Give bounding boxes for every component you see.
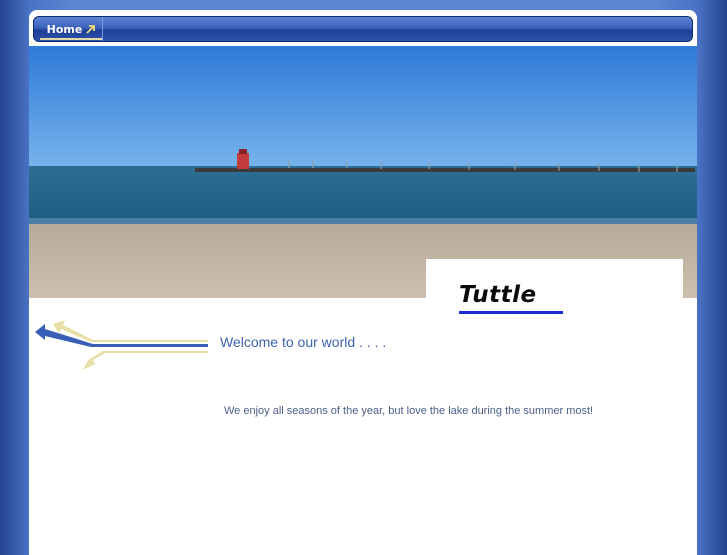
tagline-text: We enjoy all seasons of the year, but lo… [224, 405, 594, 417]
welcome-heading: Welcome to our world . . . . [220, 334, 387, 350]
top-nav-bar: Home [33, 16, 693, 42]
nav-active-underline [40, 38, 102, 40]
site-name-underline [459, 311, 563, 314]
nav-home-label: Home [46, 22, 83, 36]
arrow-up-right-icon [86, 24, 96, 34]
site-name: Tuttle [459, 282, 537, 308]
page-container: Home Tuttle Welcome to our world . . . .… [29, 10, 697, 555]
nav-home-link[interactable]: Home [40, 17, 103, 41]
swoosh-arrows-icon [35, 320, 208, 370]
